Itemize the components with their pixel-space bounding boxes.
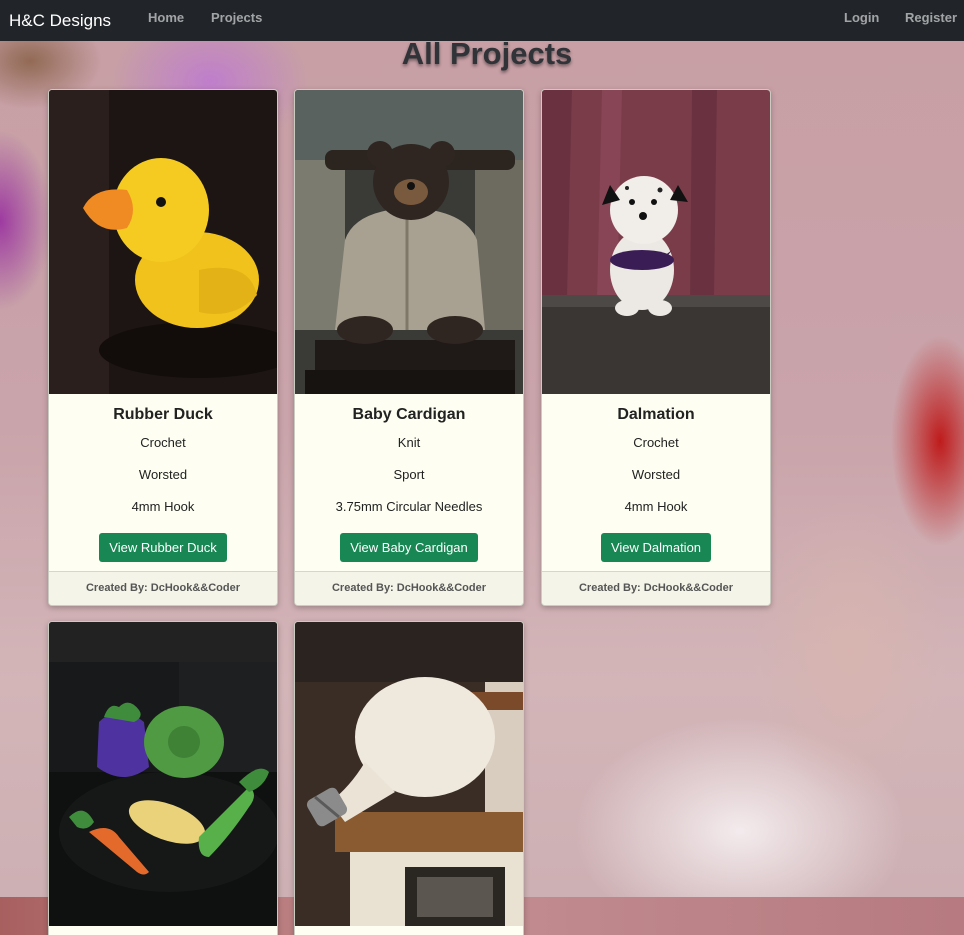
project-tool: 4mm Hook [131, 499, 195, 514]
project-yarn: Worsted [631, 467, 681, 482]
project-footer: Created By: DcHook&&Coder [49, 571, 277, 605]
project-card: Rubber Duck Crochet Worsted 4mm Hook Vie… [48, 89, 278, 606]
project-image-light-bulb [295, 622, 523, 926]
nav-login-link[interactable]: Login [844, 10, 879, 25]
project-title: Rubber Duck [113, 406, 213, 423]
project-craft: Knit [397, 435, 421, 450]
project-craft: Crochet [633, 435, 679, 450]
page-title: All Projects [401, 36, 573, 71]
project-image-rubber-duck [49, 90, 277, 394]
view-baby-cardigan-button[interactable]: View Baby Cardigan [340, 533, 478, 562]
project-yarn: Sport [393, 467, 425, 482]
project-image-baby-cardigan [295, 90, 523, 394]
project-image-vegetables [49, 622, 277, 926]
project-card [294, 621, 524, 935]
nav-register-link[interactable]: Register [905, 10, 957, 25]
project-tool: 4mm Hook [624, 499, 688, 514]
view-dalmation-button[interactable]: View Dalmation [600, 533, 712, 562]
project-title: Dalmation [617, 406, 695, 423]
project-footer: Created By: DcHook&&Coder [542, 571, 770, 605]
brand-link[interactable]: H&C Designs [9, 11, 111, 31]
project-card [48, 621, 278, 935]
project-craft: Crochet [140, 435, 186, 450]
nav-projects-link[interactable]: Projects [211, 10, 262, 25]
project-tool: 3.75mm Circular Needles [335, 499, 483, 514]
project-card: Baby Cardigan Knit Sport 3.75mm Circular… [294, 89, 524, 606]
project-footer: Created By: DcHook&&Coder [295, 571, 523, 605]
project-image-dalmation [542, 90, 770, 394]
view-rubber-duck-button[interactable]: View Rubber Duck [99, 533, 227, 562]
project-card: Dalmation Crochet Worsted 4mm Hook View … [541, 89, 771, 606]
project-title: Baby Cardigan [352, 406, 466, 423]
project-yarn: Worsted [138, 467, 188, 482]
nav-home-link[interactable]: Home [148, 10, 184, 25]
navbar: H&C Designs Home Projects Login Register [0, 0, 964, 41]
